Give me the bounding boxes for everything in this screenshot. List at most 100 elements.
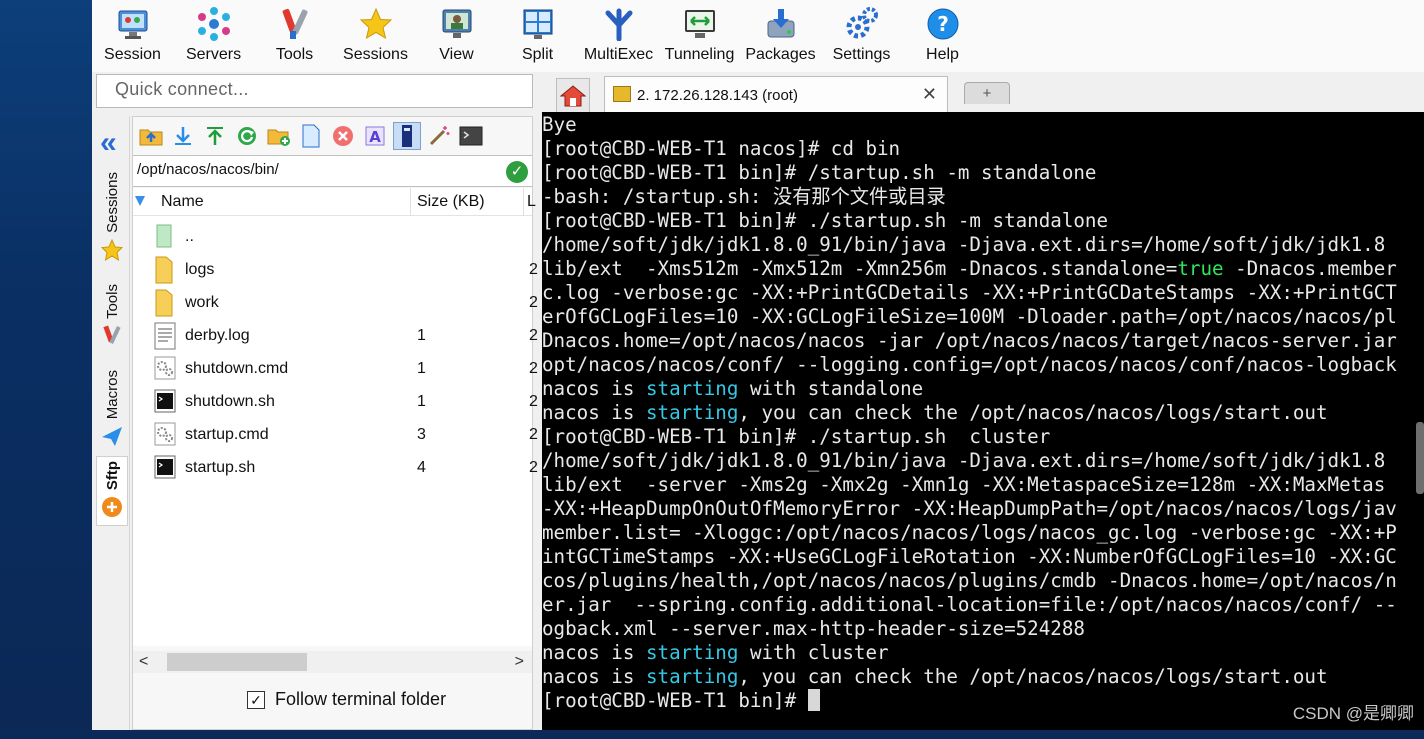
sftp-path-input[interactable]: /opt/nacos/nacos/bin/ xyxy=(133,155,532,187)
svg-text:?: ? xyxy=(937,12,949,36)
path-ok-check-icon[interactable]: ✓ xyxy=(506,161,528,183)
terminal-text-segment: -XX:+HeapDumpOnOutOfMemoryError -XX:Heap… xyxy=(542,497,1397,520)
home-tab[interactable] xyxy=(556,78,590,112)
open-with-button[interactable] xyxy=(393,122,421,150)
tab-sessions[interactable]: Sessions xyxy=(96,172,128,261)
batch-file-icon xyxy=(153,421,179,449)
toolbar-label: Packages xyxy=(745,46,816,63)
checkbox-checked-icon[interactable]: ✓ xyxy=(247,690,265,709)
toolbar-session-button[interactable]: Session xyxy=(92,0,173,72)
file-row[interactable]: .. xyxy=(133,220,532,253)
close-tab-icon[interactable]: ✕ xyxy=(922,84,937,105)
toolbar-servers-button[interactable]: Servers xyxy=(173,0,254,72)
open-terminal-button[interactable] xyxy=(457,122,485,150)
file-name: shutdown.cmd xyxy=(185,360,289,377)
terminal-output[interactable]: CSDN @是卿卿 Bye [root@CBD-WEB-T1 nacos]# cd… xyxy=(542,112,1424,730)
file-name: startup.cmd xyxy=(185,426,269,443)
upload-button[interactable] xyxy=(201,122,229,150)
toolbar-split-button[interactable]: Split xyxy=(497,0,578,72)
column-name-header[interactable]: Name xyxy=(161,193,204,211)
terminal-line: [root@CBD-WEB-T1 bin]# /startup.sh -m st… xyxy=(542,161,1097,185)
tab-sftp[interactable]: Sftp xyxy=(96,456,128,526)
new-folder-button[interactable] xyxy=(265,122,293,150)
follow-terminal-folder-checkbox[interactable]: ✓ Follow terminal folder xyxy=(247,689,446,710)
terminal-line: Dnacos.home=/opt/nacos/nacos -jar /opt/n… xyxy=(542,329,1397,353)
terminal-line: er.jar --spring.config.additional-locati… xyxy=(542,593,1397,617)
terminal-line: nacos is starting, you can check the /op… xyxy=(542,401,1328,425)
file-row[interactable]: work 2 xyxy=(133,286,538,319)
terminal-text-segment: er.jar --spring.config.additional-locati… xyxy=(542,593,1397,616)
file-row[interactable]: derby.log 1 2 xyxy=(133,319,538,352)
column-divider[interactable] xyxy=(410,188,411,216)
tab-macros[interactable]: Macros xyxy=(96,370,128,447)
quick-connect-input[interactable]: Quick connect... xyxy=(96,74,533,108)
terminal-file-icon xyxy=(402,125,412,147)
toolbar-packages-button[interactable]: Packages xyxy=(740,0,821,72)
terminal-text-segment: nacos is xyxy=(542,641,646,664)
file-row[interactable]: shutdown.sh 1 2 xyxy=(133,385,538,418)
script-file-icon xyxy=(153,388,179,416)
toolbar-view-button[interactable]: View xyxy=(416,0,497,72)
collapse-panel-icon[interactable]: « xyxy=(100,128,117,158)
file-row[interactable]: shutdown.cmd 1 2 xyxy=(133,352,538,385)
toolbar-label: Tunneling xyxy=(664,46,735,63)
toolbar-sessions-button[interactable]: Sessions xyxy=(335,0,416,72)
toolbar-settings-button[interactable]: Settings xyxy=(821,0,902,72)
new-file-button[interactable] xyxy=(297,122,325,150)
file-size: 1 xyxy=(417,360,426,377)
toolbar-label: Settings xyxy=(832,46,891,63)
text-file-icon xyxy=(153,322,179,350)
terminal-text-segment: starting xyxy=(645,641,739,664)
file-size: 1 xyxy=(417,393,426,410)
rename-button[interactable]: A xyxy=(361,122,389,150)
terminal-text-segment: -bash: /startup.sh: 没有那个文件或目录 xyxy=(542,185,946,208)
column-divider[interactable] xyxy=(523,188,524,216)
toolbar-label: Help xyxy=(926,46,959,63)
scrollbar-thumb[interactable] xyxy=(167,653,307,671)
column-size-header[interactable]: Size (KB) xyxy=(417,193,485,211)
column-last-header[interactable]: L xyxy=(527,193,536,211)
file-row[interactable]: startup.sh 4 2 xyxy=(133,451,538,484)
batch-file-icon xyxy=(153,355,179,383)
parent-folder-button[interactable] xyxy=(137,122,165,150)
terminal-text-segment: true xyxy=(1177,257,1224,280)
tunneling-icon xyxy=(682,6,718,42)
servers-icon xyxy=(196,6,232,42)
terminal-line: intGCTimeStamps -XX:+UseGCLogFileRotatio… xyxy=(542,545,1397,569)
terminal-scrollbar[interactable] xyxy=(1416,422,1424,494)
terminal-line: -bash: /startup.sh: 没有那个文件或目录 xyxy=(542,185,946,209)
new-folder-icon xyxy=(267,129,290,146)
toolbar-help-button[interactable]: ? Help xyxy=(902,0,983,72)
upload-icon xyxy=(207,127,223,145)
file-row[interactable]: startup.cmd 3 2 xyxy=(133,418,538,451)
terminal-line: opt/nacos/nacos/conf/ --logging.config=/… xyxy=(542,353,1397,377)
tab-tools[interactable]: Tools xyxy=(96,284,128,347)
terminal-text-segment: [root@CBD-WEB-T1 bin]# ./startup.sh clus… xyxy=(542,425,1051,448)
toolbar-tools-button[interactable]: Tools xyxy=(254,0,335,72)
toolbar-tunneling-button[interactable]: Tunneling xyxy=(659,0,740,72)
terminal-line: /home/soft/jdk/jdk1.8.0_91/bin/java -Dja… xyxy=(542,233,1385,257)
delete-button[interactable] xyxy=(329,122,357,150)
download-button[interactable] xyxy=(169,122,197,150)
horizontal-scrollbar[interactable]: < > xyxy=(133,651,532,673)
terminal-text-segment: [root@CBD-WEB-T1 bin]# xyxy=(542,689,808,712)
tab-label: Tools xyxy=(103,284,121,320)
terminal-text-segment: Dnacos.home=/opt/nacos/nacos -jar /opt/n… xyxy=(542,329,1397,352)
scroll-left-icon[interactable]: < xyxy=(139,653,148,671)
terminal-text-segment: starting xyxy=(645,377,739,400)
terminal-text-segment: [root@CBD-WEB-T1 bin]# ./startup.sh -m s… xyxy=(542,209,1109,232)
new-tab-button[interactable]: + xyxy=(964,82,1010,104)
toolbar-label: View xyxy=(439,46,474,63)
terminal-text-segment: opt/nacos/nacos/conf/ --logging.config=/… xyxy=(542,353,1397,376)
terminal-text-segment: [root@CBD-WEB-T1 nacos]# cd bin xyxy=(542,137,901,160)
scroll-right-icon[interactable]: > xyxy=(515,653,524,671)
terminal-text-segment: with standalone xyxy=(738,377,924,400)
tab-ssh-session[interactable]: 2. 172.26.128.143 (root) ✕ xyxy=(604,76,948,112)
refresh-button[interactable] xyxy=(233,122,261,150)
toolbar-multiexec-button[interactable]: MultiExec xyxy=(578,0,659,72)
file-row[interactable]: logs 2 xyxy=(133,253,538,286)
toolbar-label: Tools xyxy=(275,46,314,63)
file-last-modified: 2 xyxy=(529,360,538,377)
taskbar-edge xyxy=(0,729,1424,739)
magic-wand-button[interactable] xyxy=(425,122,453,150)
